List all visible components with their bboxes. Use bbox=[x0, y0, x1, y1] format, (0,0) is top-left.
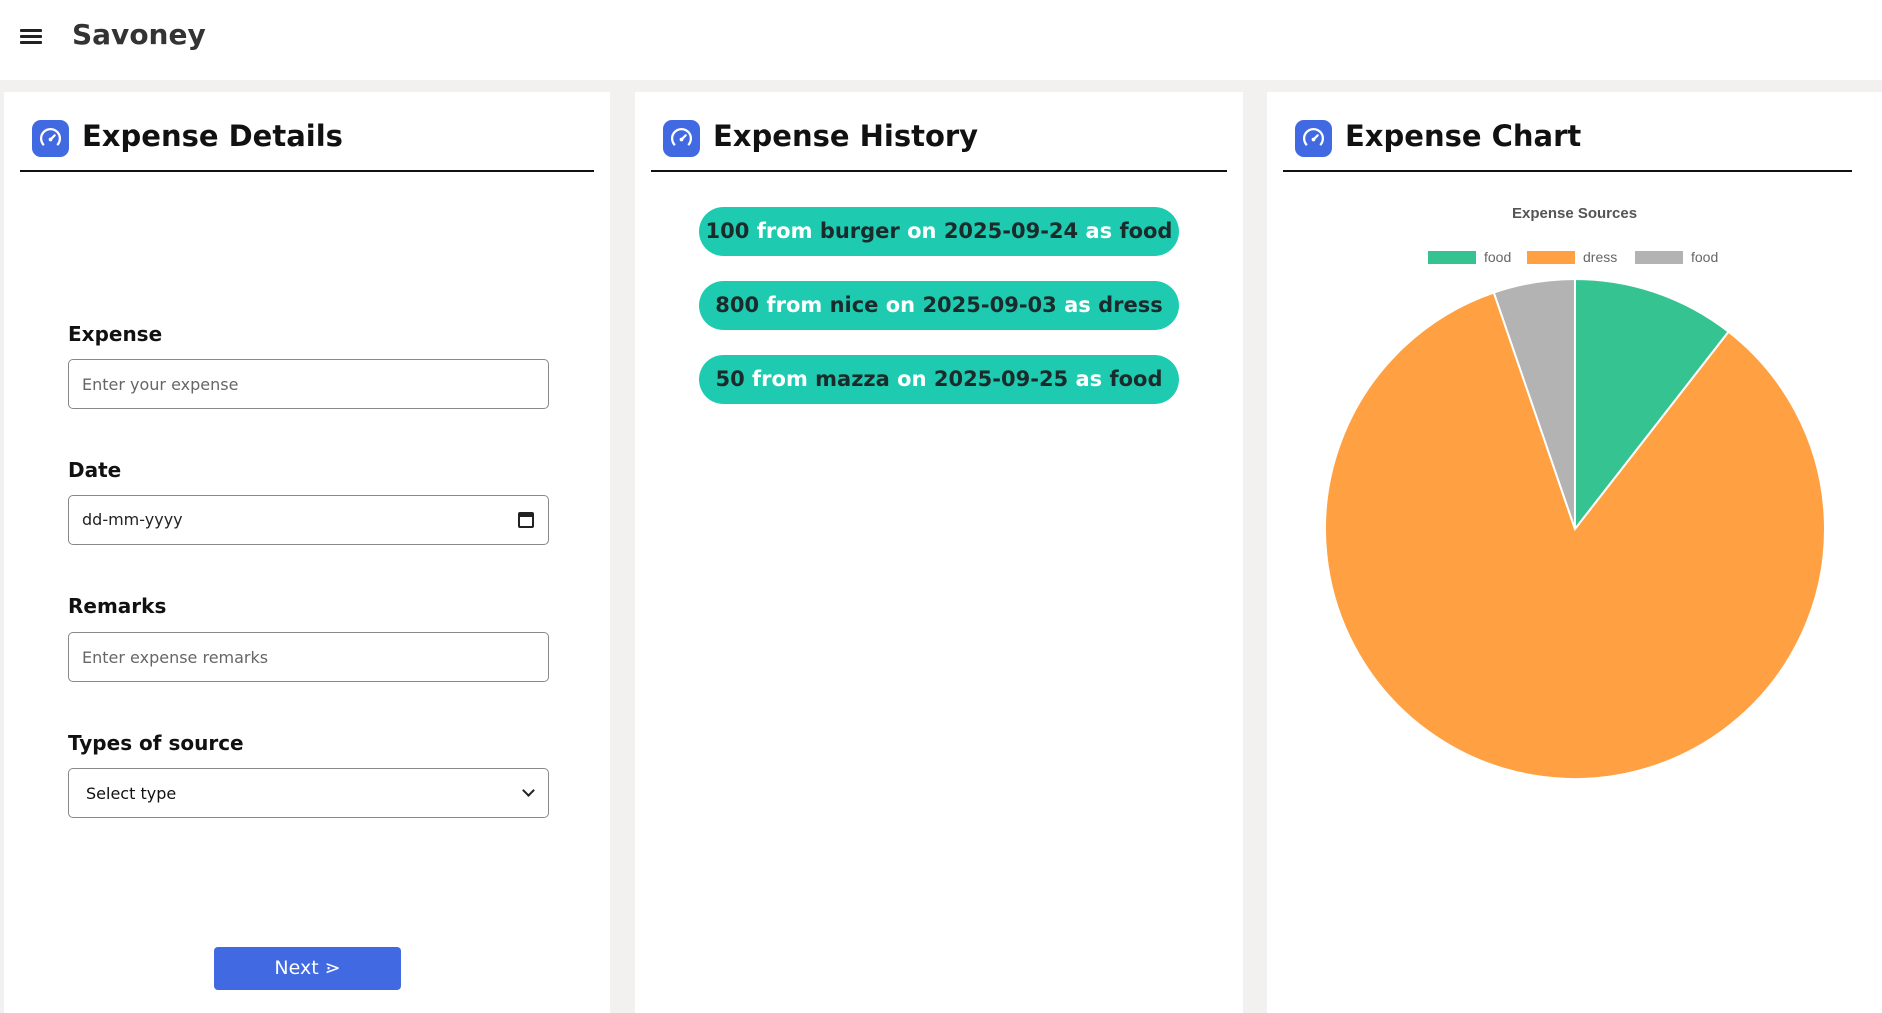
date-input[interactable]: dd-mm-yyyy bbox=[68, 495, 549, 545]
speedometer-icon bbox=[32, 120, 69, 157]
date-placeholder: dd-mm-yyyy bbox=[82, 510, 183, 529]
expense-input[interactable] bbox=[68, 359, 549, 409]
history-amount: 100 bbox=[705, 219, 750, 243]
history-on-word: on bbox=[907, 219, 937, 243]
source-type-select[interactable]: Select type bbox=[68, 768, 549, 818]
calendar-icon[interactable] bbox=[518, 512, 534, 528]
history-from-word: from bbox=[752, 367, 808, 391]
remarks-label: Remarks bbox=[68, 594, 167, 618]
history-type: dress bbox=[1098, 293, 1163, 317]
history-date: 2025-09-25 bbox=[933, 367, 1069, 391]
history-as-word: as bbox=[1064, 293, 1091, 317]
app-title: Savoney bbox=[72, 18, 206, 51]
expense-details-panel: Expense Details Expense Date dd-mm-yyyy … bbox=[4, 92, 610, 1013]
top-bar: Savoney bbox=[0, 0, 1882, 80]
hamburger-menu-icon[interactable] bbox=[20, 27, 44, 47]
expense-chart-panel: Expense Chart Expense Sources food dress… bbox=[1267, 92, 1882, 1013]
speedometer-icon bbox=[663, 120, 700, 157]
history-source: burger bbox=[819, 219, 900, 243]
expense-history-panel: Expense History 100 from burger on 2025-… bbox=[635, 92, 1243, 1013]
source-type-label: Types of source bbox=[68, 731, 244, 755]
history-item: 800 from nice on 2025-09-03 as dress bbox=[699, 281, 1179, 330]
history-source: mazza bbox=[815, 367, 890, 391]
date-label: Date bbox=[68, 458, 122, 482]
history-item: 100 from burger on 2025-09-24 as food bbox=[699, 207, 1179, 256]
history-on-word: on bbox=[897, 367, 927, 391]
history-as-word: as bbox=[1075, 367, 1103, 391]
expense-label: Expense bbox=[68, 322, 163, 346]
history-on-word: on bbox=[885, 293, 916, 317]
chevron-down-icon bbox=[522, 784, 535, 797]
panel-title: Expense Details bbox=[82, 119, 343, 153]
history-date: 2025-09-03 bbox=[922, 293, 1057, 317]
next-button[interactable]: Next ⋗ bbox=[214, 947, 401, 990]
remarks-input[interactable] bbox=[68, 632, 549, 682]
history-amount: 800 bbox=[715, 293, 760, 317]
history-from-word: from bbox=[756, 219, 813, 243]
panel-header: Expense History bbox=[651, 92, 1227, 172]
history-from-word: from bbox=[766, 293, 823, 317]
history-source: nice bbox=[829, 293, 879, 317]
source-type-selected: Select type bbox=[86, 784, 177, 803]
panel-header: Expense Details bbox=[20, 92, 594, 172]
panel-title: Expense History bbox=[713, 119, 979, 153]
history-as-word: as bbox=[1085, 219, 1113, 243]
pie-chart bbox=[1324, 277, 1826, 780]
history-date: 2025-09-24 bbox=[943, 219, 1079, 243]
history-amount: 50 bbox=[715, 367, 745, 391]
history-type: food bbox=[1119, 219, 1173, 243]
history-type: food bbox=[1109, 367, 1163, 391]
history-item: 50 from mazza on 2025-09-25 as food bbox=[699, 355, 1179, 404]
